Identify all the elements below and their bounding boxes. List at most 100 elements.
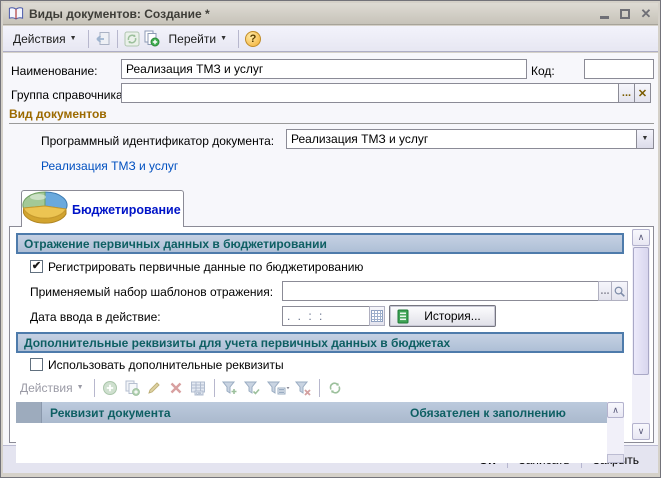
tab-budgeting-label: Бюджетирование (72, 203, 181, 217)
history-book-icon (396, 309, 410, 324)
grid-actions-label: Действия (20, 381, 73, 395)
pie-chart-icon (20, 188, 70, 231)
window-title: Виды документов: Создание * (29, 7, 210, 21)
title-bar[interactable]: Виды документов: Создание * ✕ (3, 3, 658, 25)
group-clear-button[interactable]: ✕ (634, 83, 651, 103)
toolbar-separator (238, 30, 239, 48)
grid-scrollbar[interactable]: ∧ (607, 402, 624, 463)
templates-label: Применяемый набор шаблонов отражения: (30, 285, 273, 299)
calendar-button[interactable] (369, 306, 385, 326)
goto-menu-label: Перейти (169, 32, 217, 46)
toolbar-separator (214, 379, 215, 397)
maximize-button[interactable] (618, 7, 632, 20)
register-checkbox[interactable]: ✔ (30, 260, 43, 273)
code-input[interactable] (584, 59, 654, 79)
document-kind-link: Реализация ТМЗ и услуг (41, 159, 178, 173)
document-type-window: Виды документов: Создание * ✕ Действия ▼… (0, 0, 661, 478)
copy-row-icon[interactable] (123, 379, 142, 397)
close-icon: ✕ (641, 7, 652, 20)
filter-by-value-icon[interactable] (243, 379, 262, 397)
open-book-icon (8, 7, 24, 21)
register-checkbox-label: Регистрировать первичные данные по бюдже… (48, 260, 363, 274)
actions-menu-button[interactable]: Действия ▼ (7, 29, 83, 49)
reread-icon[interactable] (94, 30, 112, 48)
caret-down-icon: ▼ (77, 384, 84, 392)
ellipsis-icon: ... (622, 87, 631, 99)
minimize-button[interactable] (597, 7, 611, 20)
section-header: Вид документов (9, 107, 654, 124)
grid-body[interactable] (16, 423, 607, 463)
edit-row-icon[interactable] (145, 379, 164, 397)
magnifier-icon (613, 285, 626, 298)
templates-select-button[interactable]: ... (598, 281, 612, 301)
code-label: Код: (531, 64, 555, 78)
chevron-up-icon: ∧ (612, 405, 619, 416)
grid-actions-button[interactable]: Действия ▼ (16, 379, 88, 397)
filter-clear-icon[interactable] (294, 379, 313, 397)
band-primary-data-title: Отражение первичных данных в бюджетирова… (24, 237, 327, 251)
scroll-up-button[interactable]: ∧ (607, 402, 624, 418)
band-additional-attrs: Дополнительные реквизиты для учета перви… (16, 332, 624, 353)
band-primary-data: Отражение первичных данных в бюджетирова… (16, 233, 624, 254)
add-row-icon[interactable] (101, 379, 120, 397)
filter-set-icon[interactable] (221, 379, 240, 397)
delete-row-icon[interactable] (167, 379, 186, 397)
caret-down-icon: ▼ (642, 135, 649, 143)
toolbar-separator (88, 30, 89, 48)
prog-id-value: Реализация ТМЗ и услуг (287, 132, 636, 146)
prog-id-label: Программный идентификатор документа: (41, 134, 274, 148)
caret-down-icon: ▼ (220, 35, 227, 43)
grid-column-attribute[interactable]: Реквизит документа (42, 406, 171, 420)
toolbar-separator (94, 379, 95, 397)
group-label: Группа справочника: (11, 88, 126, 102)
history-button[interactable]: История... (389, 305, 496, 327)
toolbar-separator (117, 30, 118, 48)
clear-x-icon: ✕ (638, 87, 647, 100)
goto-menu-button[interactable]: Перейти ▼ (163, 29, 234, 49)
help-button[interactable]: ? (244, 30, 262, 48)
minimize-icon (600, 16, 609, 19)
maximize-icon (620, 9, 630, 19)
prog-id-combobox[interactable]: Реализация ТМЗ и услуг ▼ (286, 129, 654, 149)
history-button-label: История... (416, 309, 489, 323)
group-input[interactable] (121, 83, 619, 103)
close-button[interactable]: ✕ (639, 7, 653, 20)
ellipsis-icon: ... (600, 285, 609, 297)
chevron-up-icon: ∧ (638, 232, 645, 243)
scrollbar-thumb[interactable] (633, 247, 649, 375)
grid-header: Реквизит документа Обязателен к заполнен… (16, 402, 607, 423)
svg-text:ОК: ОК (196, 391, 202, 396)
scroll-up-button[interactable]: ∧ (632, 229, 650, 246)
band-additional-attrs-title: Дополнительные реквизиты для учета перви… (24, 336, 450, 350)
section-title: Вид документов (9, 107, 107, 121)
use-additional-checkbox[interactable] (30, 358, 43, 371)
refresh-grid-icon[interactable] (326, 379, 345, 397)
group-select-button[interactable]: ... (618, 83, 635, 103)
help-icon: ? (245, 31, 261, 47)
main-toolbar: Действия ▼ Перейти ▼ ? (3, 26, 658, 52)
date-input[interactable]: . . : : (282, 306, 370, 326)
budgeting-panel: Отражение первичных данных в бюджетирова… (9, 226, 654, 443)
grid-row-selector-header (16, 402, 42, 423)
filter-menu-icon[interactable] (265, 379, 291, 397)
chevron-down-icon: ∨ (638, 426, 645, 437)
scrollbar-stub (607, 454, 624, 463)
templates-search-button[interactable] (611, 281, 628, 301)
actions-menu-label: Действия (13, 32, 66, 46)
panel-scrollbar[interactable]: ∧ ∨ (632, 229, 650, 440)
name-input[interactable] (121, 59, 527, 79)
templates-input[interactable] (282, 281, 599, 301)
name-label: Наименование: (11, 64, 98, 78)
caret-down-icon: ▼ (70, 35, 77, 43)
scroll-down-button[interactable]: ∨ (632, 423, 650, 440)
refresh-icon[interactable] (123, 30, 141, 48)
calendar-icon (371, 310, 383, 322)
grid-column-required[interactable]: Обязателен к заполнению (410, 406, 566, 420)
toolbar-separator (319, 379, 320, 397)
add-copy-icon[interactable] (143, 30, 161, 48)
combo-dropdown-button[interactable]: ▼ (636, 130, 653, 148)
end-edit-icon[interactable]: ОК (189, 379, 208, 397)
use-additional-checkbox-label: Использовать дополнительные реквизиты (48, 358, 284, 372)
tab-budgeting[interactable]: Бюджетирование (21, 190, 184, 227)
grid-toolbar: Действия ▼ ОК (16, 376, 345, 400)
